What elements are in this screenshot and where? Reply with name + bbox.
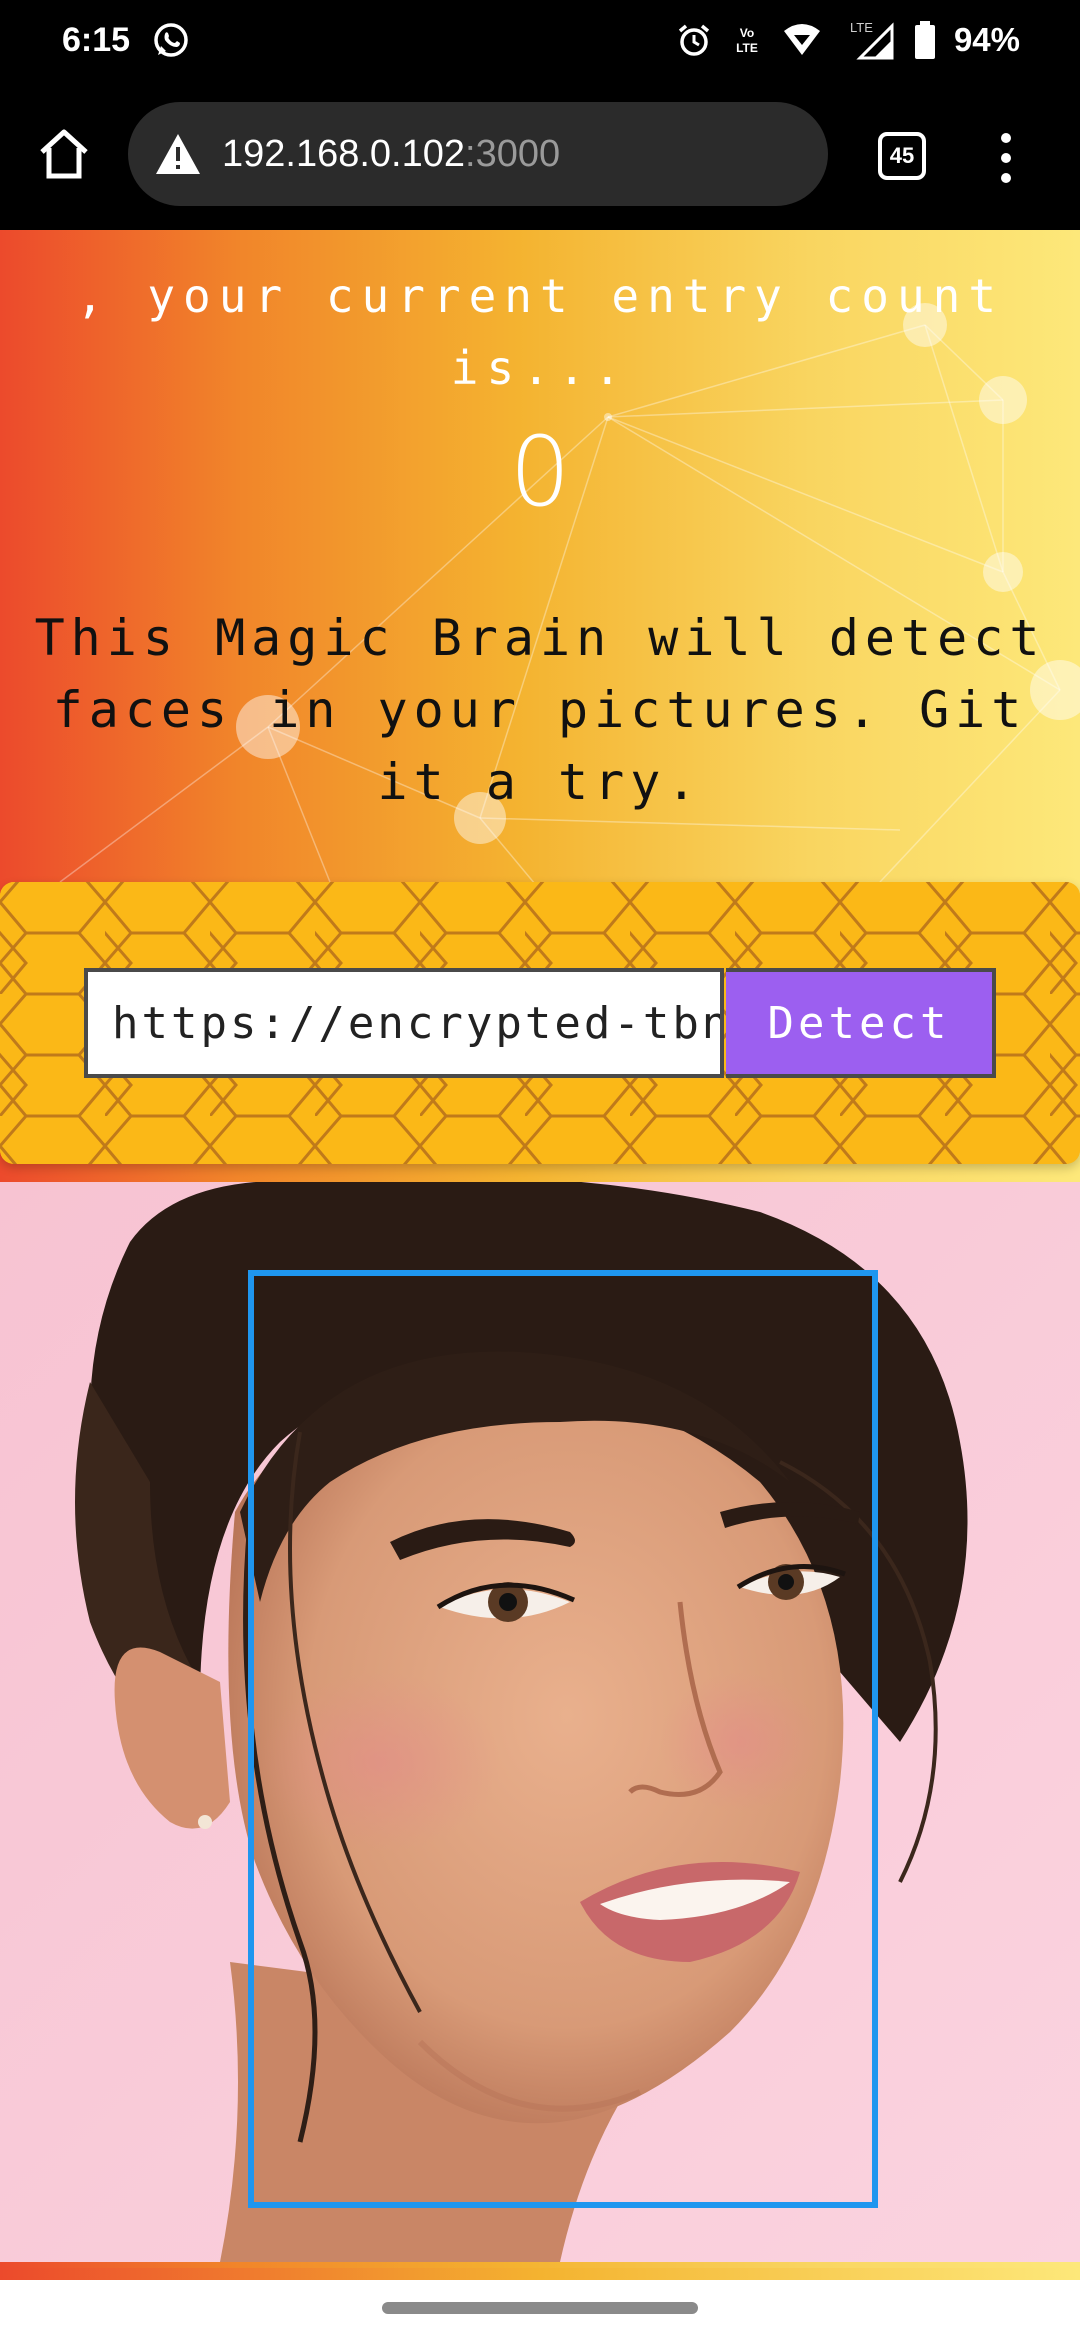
- svg-text:Vo: Vo: [740, 26, 754, 40]
- detect-label: Detect: [767, 997, 951, 1049]
- svg-text:LTE: LTE: [736, 41, 758, 55]
- entry-count-value: 0: [509, 416, 571, 528]
- url-port: :3000: [465, 132, 561, 175]
- overflow-menu-button[interactable]: [996, 130, 1016, 186]
- overflow-menu-icon: [1001, 133, 1011, 183]
- page-bottom-strip: [0, 2268, 1080, 2280]
- battery-icon: [914, 21, 936, 59]
- warning-icon[interactable]: [154, 132, 202, 176]
- home-button[interactable]: [34, 124, 94, 184]
- home-icon: [40, 129, 88, 179]
- wifi-icon: [782, 23, 822, 57]
- url-text: 192.168.0.102:3000: [222, 133, 560, 176]
- status-bar: 6:15 Vo LTE LTE 94%: [0, 0, 1080, 80]
- alarm-icon: [676, 22, 712, 58]
- image-link-form: Detect: [0, 882, 1080, 1164]
- detect-button[interactable]: Detect: [726, 968, 996, 1078]
- entry-count-label: , your current entry count is...: [75, 269, 1005, 395]
- face-bounding-box: [248, 1270, 878, 2208]
- browser-toolbar: 192.168.0.102:3000 45: [0, 80, 1080, 230]
- svg-text:LTE: LTE: [850, 20, 873, 35]
- web-page: , your current entry count is... 0 This …: [0, 230, 1080, 2280]
- address-bar[interactable]: 192.168.0.102:3000: [128, 102, 828, 206]
- whatsapp-icon: [152, 21, 190, 59]
- gesture-handle[interactable]: [382, 2302, 698, 2314]
- tabs-button[interactable]: 45: [878, 132, 926, 180]
- url-host: 192.168.0.102: [222, 132, 466, 175]
- signal-icon: LTE: [840, 20, 896, 60]
- description-text: This Magic Brain will detect faces in yo…: [34, 609, 1046, 811]
- volte-icon: Vo LTE: [730, 23, 764, 57]
- status-time: 6:15: [62, 20, 131, 59]
- battery-percentage: 94%: [953, 21, 1020, 58]
- image-url-input[interactable]: [84, 968, 724, 1078]
- tab-count: 45: [889, 143, 915, 168]
